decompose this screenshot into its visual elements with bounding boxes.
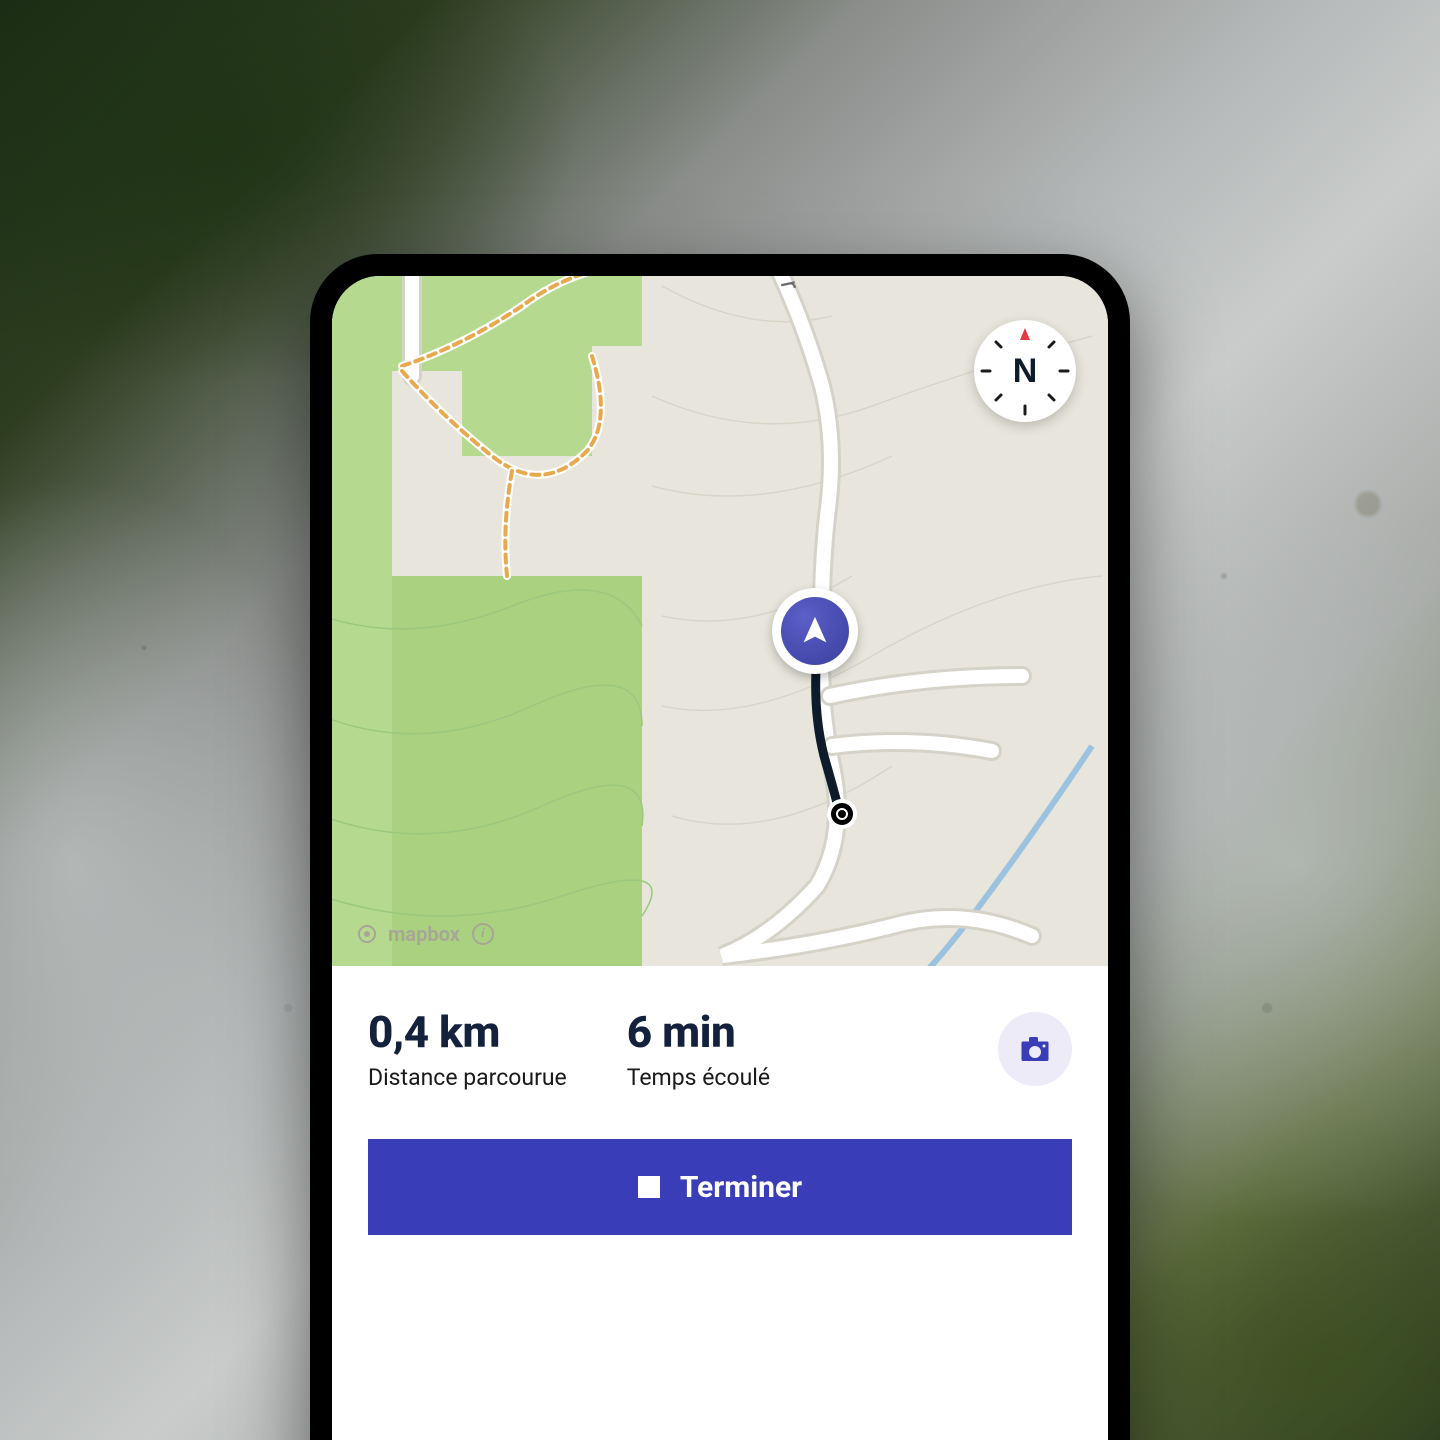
track-start-marker bbox=[831, 803, 853, 825]
stats-panel: 0,4 km Distance parcourue 6 min Temps éc… bbox=[332, 966, 1108, 1121]
compass-icon: N bbox=[974, 320, 1076, 422]
stop-icon bbox=[638, 1176, 660, 1198]
map-attribution: mapbox i bbox=[358, 922, 494, 946]
camera-button[interactable] bbox=[998, 1012, 1072, 1086]
current-location-marker[interactable] bbox=[772, 588, 858, 674]
compass-button[interactable]: N bbox=[974, 320, 1076, 422]
finish-button[interactable]: Terminer bbox=[368, 1139, 1072, 1235]
stat-distance: 0,4 km Distance parcourue bbox=[368, 1006, 567, 1091]
phone-frame: r bbox=[310, 254, 1130, 1440]
distance-label: Distance parcourue bbox=[368, 1064, 567, 1091]
time-value: 6 min bbox=[627, 1006, 770, 1058]
mapbox-logo-icon bbox=[358, 925, 376, 943]
location-icon bbox=[781, 597, 849, 665]
map-view[interactable]: r bbox=[332, 276, 1108, 966]
compass-letter: N bbox=[1013, 352, 1038, 390]
background-photo: r bbox=[0, 0, 1440, 1440]
finish-label: Terminer bbox=[680, 1170, 802, 1205]
camera-icon bbox=[1017, 1031, 1053, 1067]
info-icon[interactable]: i bbox=[472, 923, 494, 945]
phone-screen: r bbox=[332, 276, 1108, 1440]
distance-value: 0,4 km bbox=[368, 1006, 567, 1058]
attribution-text: mapbox bbox=[388, 922, 460, 946]
stat-time: 6 min Temps écoulé bbox=[627, 1006, 770, 1091]
time-label: Temps écoulé bbox=[627, 1064, 770, 1091]
navigation-arrow-icon bbox=[798, 614, 832, 648]
